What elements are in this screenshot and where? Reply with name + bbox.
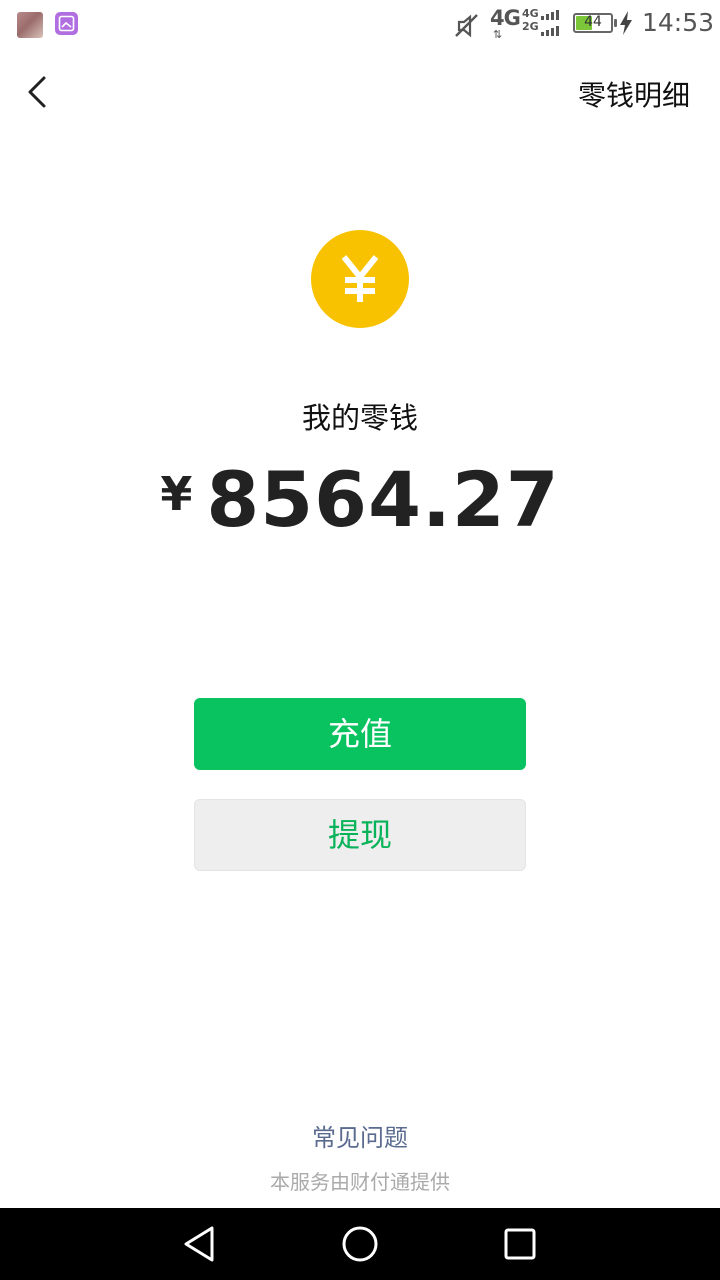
system-nav-bar: [0, 1208, 720, 1280]
recharge-button[interactable]: 充值: [194, 698, 526, 770]
gallery-notification-icon: [55, 12, 78, 35]
charging-bolt-icon: [619, 11, 633, 39]
withdraw-button[interactable]: 提现: [194, 799, 526, 871]
network-4g-label: 4G: [490, 6, 521, 30]
back-button[interactable]: [20, 72, 60, 112]
nav-back-button[interactable]: [178, 1222, 222, 1266]
notification-avatar-icon: [17, 12, 43, 38]
service-provider-text: 本服务由财付通提供: [270, 1170, 450, 1194]
nav-recent-button[interactable]: [498, 1222, 542, 1266]
chevron-left-icon: [28, 76, 46, 108]
status-bar: 4G ⇅ 4G 2G 44 14:53: [0, 0, 720, 50]
nav-home-button[interactable]: [338, 1222, 382, 1266]
balance-amount: 8564.27: [206, 455, 560, 544]
square-recent-icon: [504, 1228, 536, 1260]
network-secondary-label: 4G 2G: [522, 7, 539, 33]
yen-coin-icon: [311, 230, 409, 328]
balance-detail-link[interactable]: 零钱明细: [578, 74, 690, 114]
signal-bars-icon: [541, 10, 565, 42]
data-arrows-icon: ⇅: [493, 28, 503, 41]
battery-icon: 44: [573, 13, 617, 33]
circle-home-icon: [342, 1226, 378, 1262]
status-time: 14:53: [642, 8, 715, 37]
faq-link[interactable]: 常见问题: [0, 1118, 720, 1153]
balance-amount-row: ¥8564.27: [0, 455, 720, 544]
mute-icon: [452, 12, 480, 44]
balance-label: 我的零钱: [301, 401, 418, 435]
currency-symbol: ¥: [160, 467, 193, 521]
triangle-back-icon: [184, 1226, 214, 1262]
